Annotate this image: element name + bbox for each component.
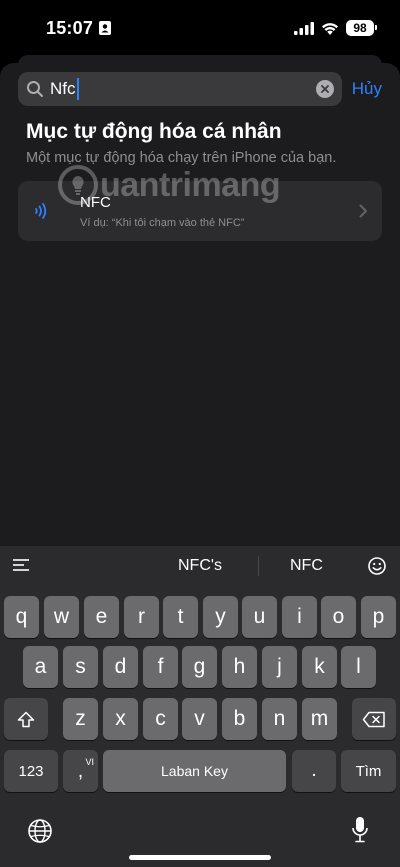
contact-card-icon <box>99 21 112 35</box>
key-v[interactable]: v <box>182 698 217 740</box>
microphone-icon[interactable] <box>351 816 369 844</box>
close-icon <box>320 85 329 93</box>
section-subtitle: Một mục tự động hóa chạy trên iPhone của… <box>26 150 337 166</box>
search-row: Nfc Hủy <box>18 72 382 106</box>
key-e[interactable]: e <box>84 596 119 638</box>
nfc-result-item[interactable]: NFC Ví dụ: “Khi tôi chạm vào thẻ NFC” <box>18 181 382 241</box>
search-icon <box>27 81 43 97</box>
nfc-icon <box>32 199 56 223</box>
status-time: 15:07 <box>46 17 112 39</box>
key-z[interactable]: z <box>63 698 98 740</box>
result-title: NFC <box>80 193 111 211</box>
key-b[interactable]: b <box>222 698 257 740</box>
keyboard-menu-icon[interactable] <box>12 558 30 572</box>
status-bar: 15:07 98 <box>0 0 400 56</box>
suggestion-item[interactable]: NFC's <box>178 557 222 575</box>
result-texts: NFC Ví dụ: “Khi tôi chạm vào thẻ NFC” <box>80 194 244 229</box>
emoji-icon[interactable] <box>367 556 387 576</box>
shift-key[interactable] <box>4 698 48 740</box>
key-l[interactable]: l <box>341 646 376 688</box>
key-a[interactable]: a <box>23 646 58 688</box>
comma-key-language: VI <box>85 757 94 767</box>
key-h[interactable]: h <box>222 646 257 688</box>
text-caret <box>76 78 79 100</box>
result-subtitle: Ví dụ: “Khi tôi chạm vào thẻ NFC” <box>80 216 245 229</box>
suggestion-item[interactable]: NFC <box>290 557 323 575</box>
battery-indicator: 98 <box>346 20 377 36</box>
comma-key[interactable]: VI , <box>63 750 98 792</box>
wifi-icon <box>322 22 338 35</box>
key-i[interactable]: i <box>282 596 317 638</box>
key-x[interactable]: x <box>103 698 138 740</box>
period-key[interactable]: . <box>292 750 336 792</box>
comma-key-label: , <box>77 761 84 782</box>
key-q[interactable]: q <box>4 596 39 638</box>
key-p[interactable]: p <box>361 596 396 638</box>
search-key[interactable]: Tìm <box>341 750 396 792</box>
key-y[interactable]: y <box>203 596 238 638</box>
key-n[interactable]: n <box>262 698 297 740</box>
key-o[interactable]: o <box>321 596 356 638</box>
key-s[interactable]: s <box>63 646 98 688</box>
shift-icon <box>17 711 35 727</box>
section-title: Mục tự động hóa cá nhân <box>26 120 282 143</box>
status-indicators: 98 <box>294 20 377 36</box>
numbers-key[interactable]: 123 <box>4 750 58 792</box>
home-indicator[interactable] <box>129 855 271 860</box>
chevron-right-icon <box>359 204 367 218</box>
key-u[interactable]: u <box>242 596 277 638</box>
suggestion-divider <box>258 556 259 576</box>
key-w[interactable]: w <box>44 596 79 638</box>
backspace-key[interactable] <box>352 698 396 740</box>
globe-icon[interactable] <box>27 818 53 844</box>
key-c[interactable]: c <box>143 698 178 740</box>
search-input[interactable]: Nfc <box>18 72 342 106</box>
clear-search-button[interactable] <box>315 80 334 98</box>
key-r[interactable]: r <box>124 596 159 638</box>
search-value-text: Nfc <box>50 79 76 98</box>
cellular-signal-icon <box>294 21 314 35</box>
suggestion-bar: NFC's NFC <box>0 546 400 586</box>
cancel-button[interactable]: Hủy <box>352 79 382 99</box>
key-d[interactable]: d <box>103 646 138 688</box>
key-g[interactable]: g <box>182 646 217 688</box>
key-m[interactable]: m <box>302 698 337 740</box>
space-key[interactable]: Laban Key <box>103 750 286 792</box>
status-time-text: 15:07 <box>46 17 94 38</box>
key-t[interactable]: t <box>163 596 198 638</box>
key-j[interactable]: j <box>262 646 297 688</box>
backspace-icon <box>362 711 385 727</box>
key-k[interactable]: k <box>302 646 337 688</box>
search-input-value: Nfc <box>50 78 79 100</box>
keyboard: NFC's NFC q w e r t y u i o p a s d f g … <box>0 546 400 867</box>
key-f[interactable]: f <box>143 646 178 688</box>
